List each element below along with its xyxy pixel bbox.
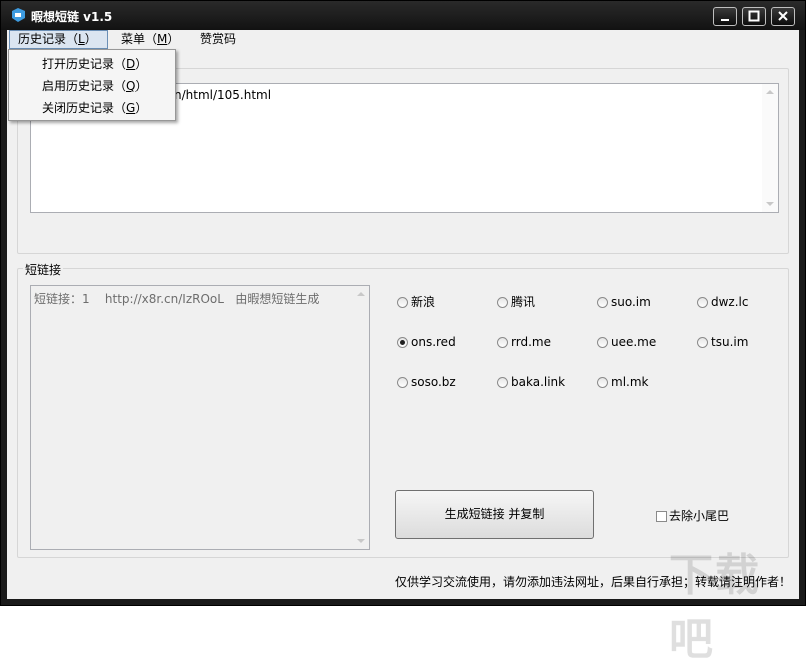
radio-icon <box>497 377 508 388</box>
checkbox-icon <box>656 511 667 522</box>
radio-icon <box>397 337 408 348</box>
radio-icon <box>597 297 608 308</box>
window-title: 暇想短链 v1.5 <box>31 10 113 24</box>
radio-service-5[interactable]: rrd.me <box>497 334 551 350</box>
watermark-logo: 下载吧 <box>669 550 761 665</box>
radio-service-4[interactable]: ons.red <box>397 334 456 350</box>
footer-notice: 仅供学习交流使用，请勿添加违法网址，后果自行承担；转载请注明作者！ <box>395 575 792 589</box>
radio-icon <box>497 297 508 308</box>
maximize-button[interactable] <box>742 7 766 26</box>
menu-bar: 历史记录（L） 菜单（M） 赞赏码 <box>7 30 799 49</box>
radio-service-8[interactable]: soso.bz <box>397 374 456 390</box>
short-link-result-text: 短链接：1 http://x8r.cn/IzROoL 由暇想短链生成 <box>34 292 320 306</box>
short-link-group-label: 短链接 <box>23 261 64 278</box>
menu-open-history[interactable]: 打开历史记录（D） <box>42 55 147 73</box>
long-url-text: n/html/105.html <box>174 88 272 102</box>
generate-copy-button[interactable]: 生成短链接 并复制 <box>395 490 594 539</box>
radio-icon <box>497 337 508 348</box>
radio-service-7[interactable]: tsu.im <box>697 334 748 350</box>
scroll-up-icon[interactable] <box>766 90 774 94</box>
menu-close-history[interactable]: 关闭历史记录（G） <box>42 99 147 117</box>
radio-icon <box>397 377 408 388</box>
menu-enable-history[interactable]: 启用历史记录（Q） <box>42 77 147 95</box>
output-scrollbar[interactable] <box>353 286 369 549</box>
close-icon <box>778 11 788 21</box>
radio-icon <box>597 337 608 348</box>
scroll-down-icon[interactable] <box>766 202 774 206</box>
short-link-output[interactable]: 短链接：1 http://x8r.cn/IzROoL 由暇想短链生成 <box>30 285 370 550</box>
url-input-scrollbar[interactable] <box>762 84 778 212</box>
client-area: n/html/105.html 短链接 短链接：1 http://x8r.cn/… <box>7 49 799 665</box>
menu-appreciate[interactable]: 赞赏码 <box>192 30 244 49</box>
radio-icon <box>397 297 408 308</box>
radio-service-6[interactable]: uee.me <box>597 334 656 350</box>
remove-tail-checkbox[interactable]: 去除小尾巴 <box>656 508 729 524</box>
radio-service-1[interactable]: 腾讯 <box>497 294 535 310</box>
app-logo-icon <box>12 8 25 22</box>
menu-history[interactable]: 历史记录（L） <box>9 30 108 49</box>
app-window: 暇想短链 v1.5 历史记录（L） 菜单（M） 赞赏码 n/html/105.h… <box>0 0 806 665</box>
maximize-icon <box>748 10 760 22</box>
scroll-down-icon[interactable] <box>357 539 365 543</box>
radio-icon <box>597 377 608 388</box>
scroll-up-icon[interactable] <box>357 292 365 296</box>
radio-icon <box>697 297 708 308</box>
minimize-button[interactable] <box>713 7 737 26</box>
minimize-icon <box>721 19 729 21</box>
radio-service-9[interactable]: baka.link <box>497 374 565 390</box>
radio-service-0[interactable]: 新浪 <box>397 294 435 310</box>
radio-service-3[interactable]: dwz.lc <box>697 294 748 310</box>
radio-service-10[interactable]: ml.mk <box>597 374 648 390</box>
menu-menu[interactable]: 菜单（M） <box>113 30 187 49</box>
radio-icon <box>697 337 708 348</box>
radio-service-2[interactable]: suo.im <box>597 294 651 310</box>
title-bar[interactable]: 暇想短链 v1.5 <box>1 1 805 30</box>
close-button[interactable] <box>771 7 795 26</box>
history-dropdown-menu: 打开历史记录（D） 启用历史记录（Q） 关闭历史记录（G） <box>8 49 176 121</box>
